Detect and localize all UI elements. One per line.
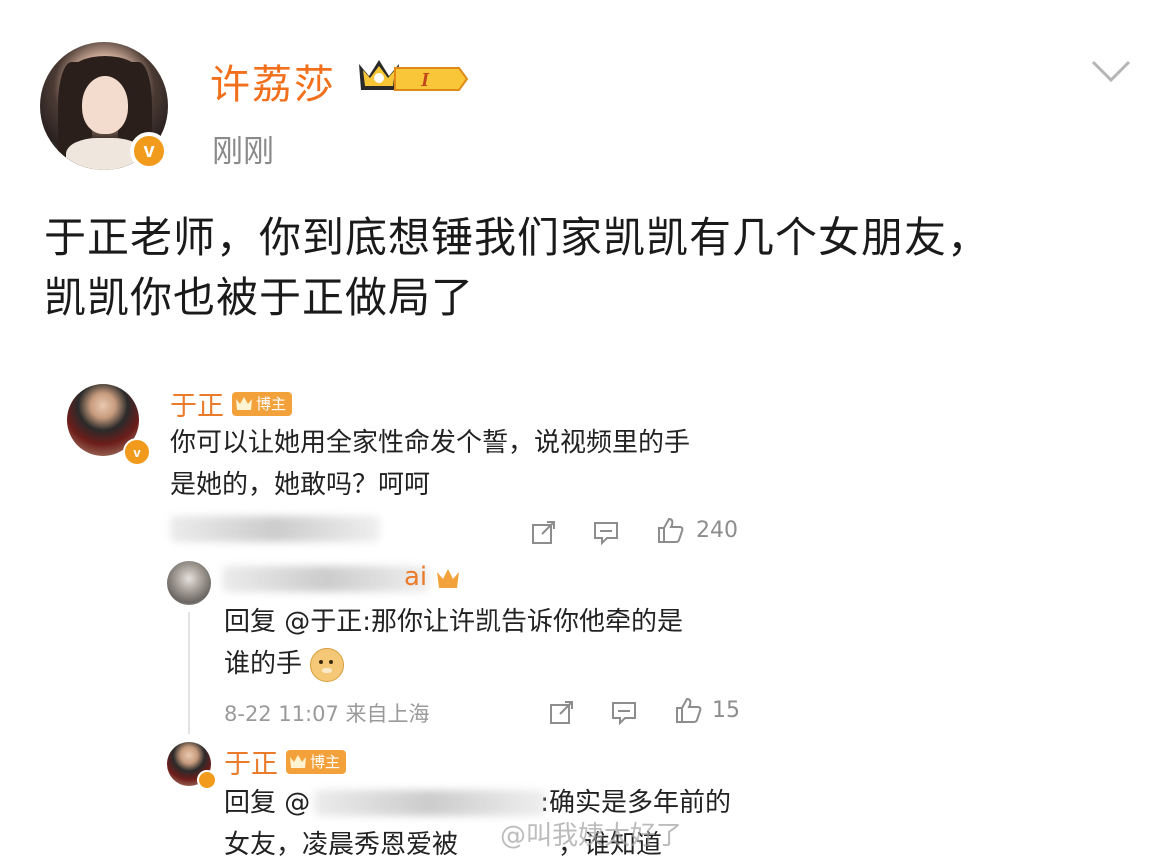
reply-location: 来自上海	[345, 702, 430, 726]
blurred-username	[222, 566, 430, 592]
thread-line	[188, 612, 190, 734]
share-icon[interactable]	[530, 518, 558, 546]
post-text-line1: 于正老师，你到底想锤我们家凯凯有几个女朋友，	[44, 213, 991, 262]
post-time: 刚刚	[212, 134, 274, 170]
crown-icon	[437, 569, 459, 588]
doge-emoji-icon	[310, 647, 345, 682]
comment-icon[interactable]	[610, 698, 638, 726]
chevron-down-icon[interactable]	[1090, 58, 1132, 84]
blogger-tag: 博主	[286, 749, 347, 774]
crown-icon	[236, 396, 252, 410]
like-count: 15	[712, 698, 740, 723]
comment-author: 于正	[170, 391, 224, 422]
verified-icon: v	[130, 132, 168, 170]
author-name[interactable]: 许荔莎	[210, 52, 336, 110]
blurred-meta	[170, 516, 380, 542]
post-text: 于正老师，你到底想锤我们家凯凯有几个女朋友， 凯凯你也被于正做局了	[44, 208, 1144, 328]
crown-icon	[290, 754, 306, 768]
crown-badge-icon[interactable]: I	[355, 56, 470, 100]
like-count: 240	[696, 518, 738, 543]
verified-icon: v	[123, 438, 151, 466]
replier-avatar[interactable]	[167, 561, 211, 605]
blogger-tag: 博主	[232, 391, 293, 416]
reply-author-visible: ai	[404, 562, 428, 592]
reply-time: 8-22 11:07	[224, 702, 339, 726]
like-icon[interactable]	[674, 696, 702, 724]
comment-icon[interactable]	[592, 518, 620, 546]
post-text-line2: 凯凯你也被于正做局了	[44, 273, 475, 322]
like-icon[interactable]	[656, 516, 684, 544]
badge-level: I	[420, 69, 430, 91]
reply-meta: 8-22 11:07 来自上海	[224, 698, 430, 728]
comment-text: 你可以让她用全家性命发个誓，说视频里的手 是她的，她敢吗？呵呵	[170, 428, 691, 500]
watermark: @叫我姨太好了	[500, 821, 683, 851]
reply2-text: 回复 @:确实是多年前的 女友，凌晨秀恩爱被 ，谁知道	[224, 788, 732, 860]
reply-text: 回复 @于正:那你让许凯告诉你他牵的是 谁的手	[224, 601, 683, 685]
reply-author: 于正	[224, 749, 278, 780]
verified-icon	[197, 770, 217, 790]
share-icon[interactable]	[548, 698, 576, 726]
